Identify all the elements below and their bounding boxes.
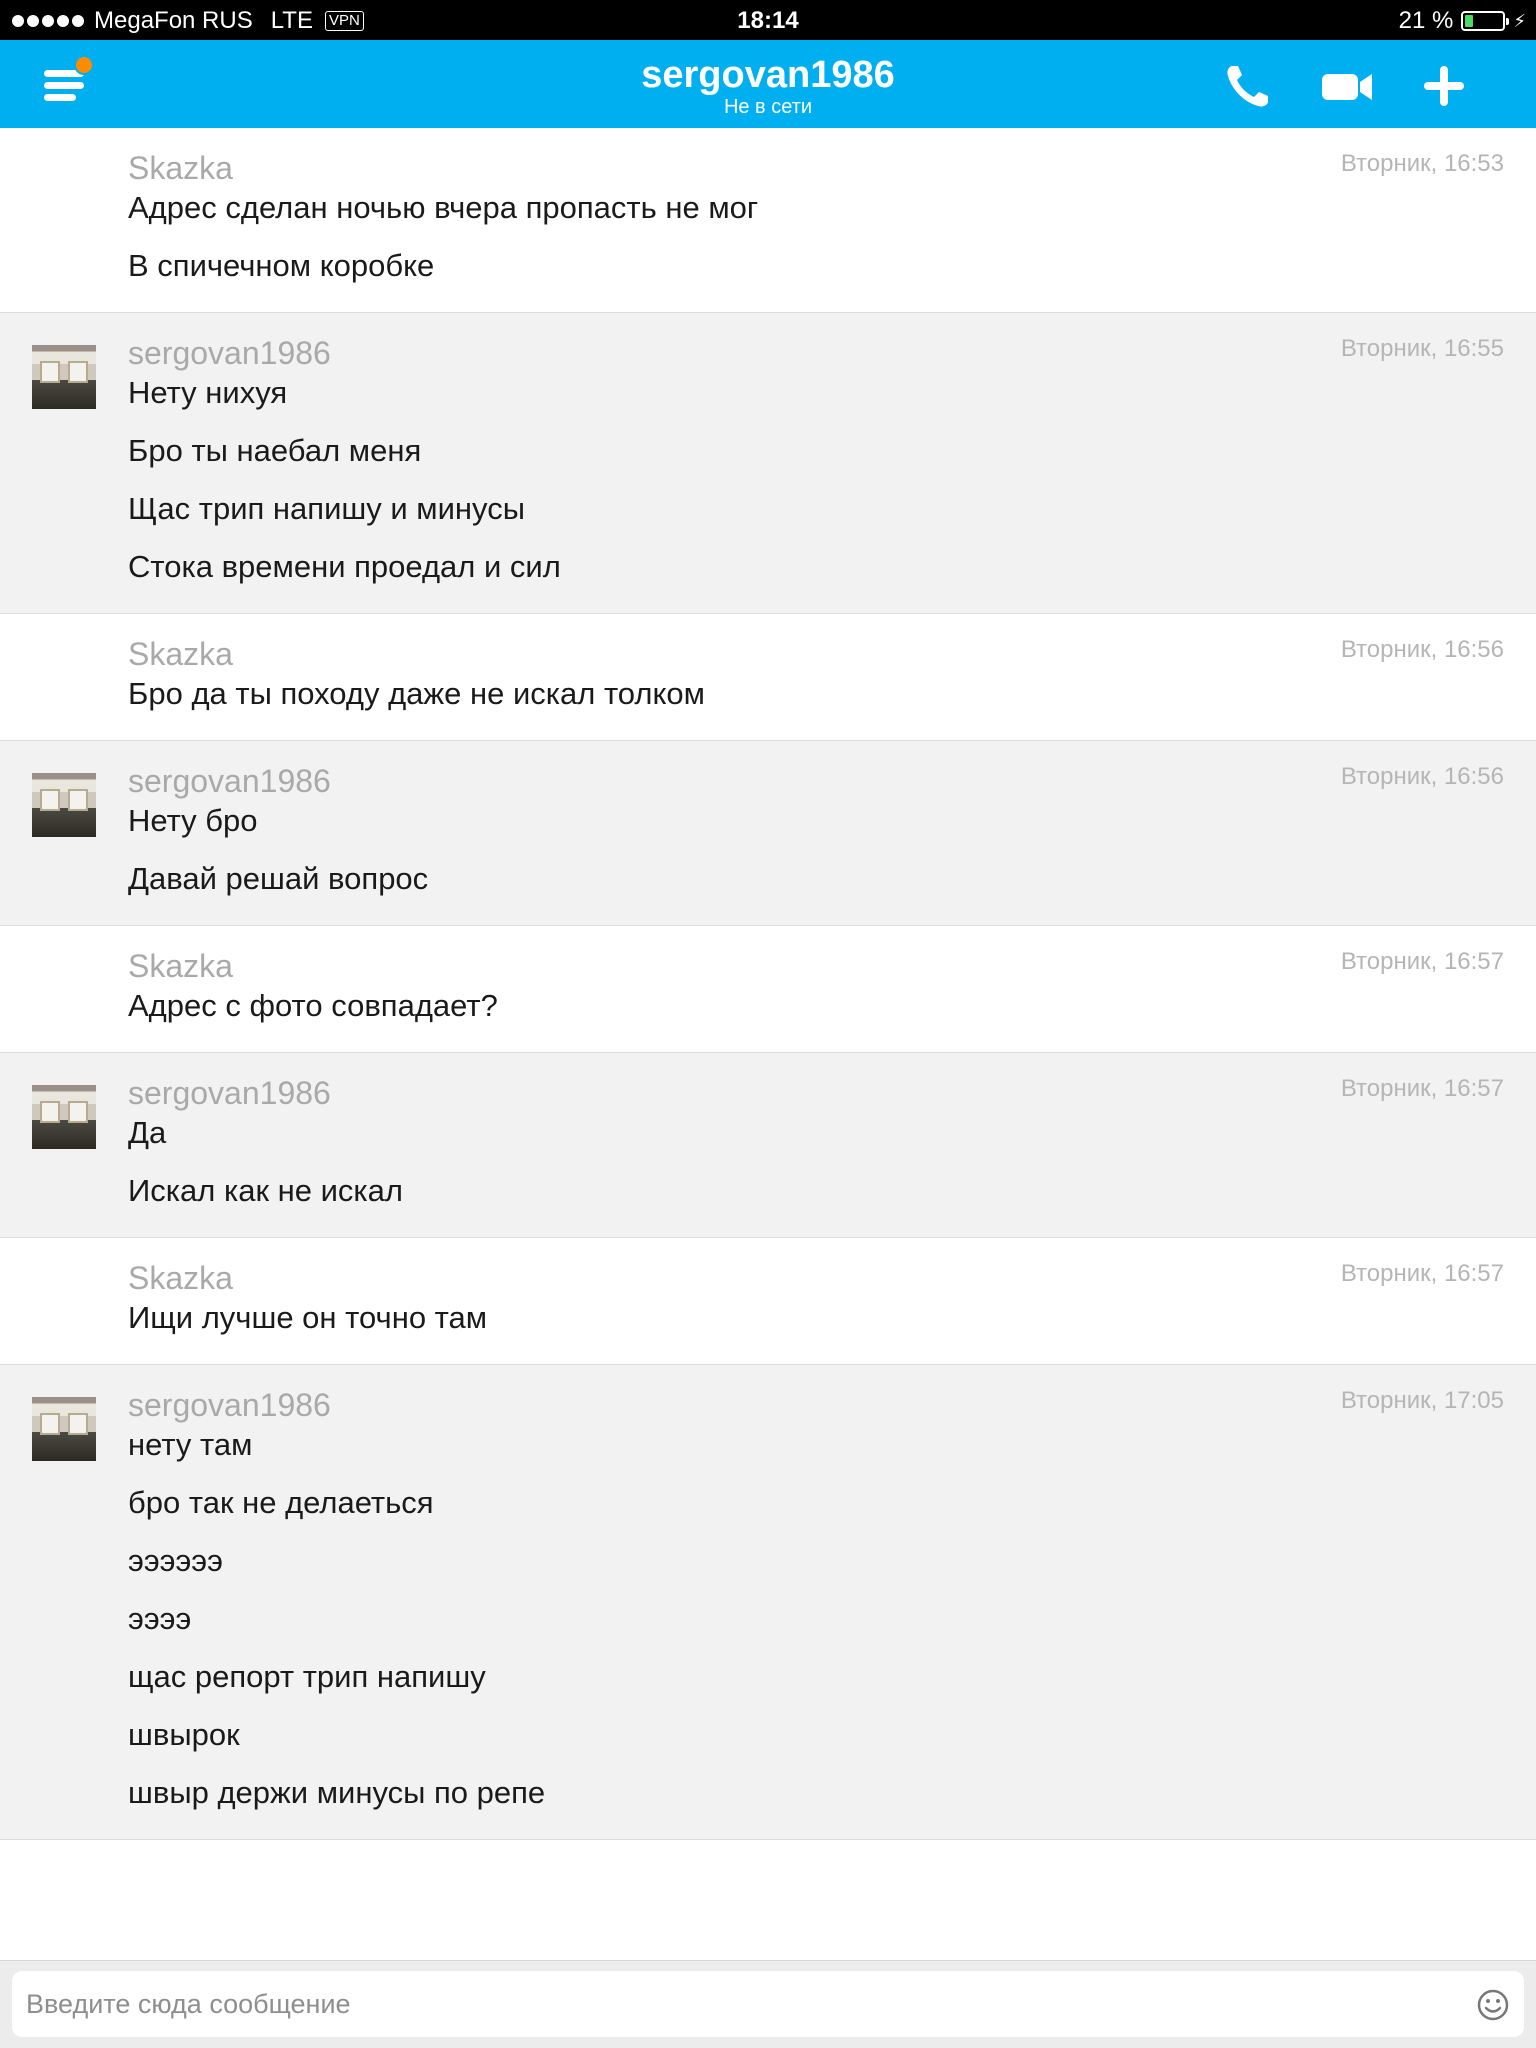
message-sender: sergovan1986 xyxy=(128,1075,331,1111)
message-sender: sergovan1986 xyxy=(128,763,331,799)
status-bar-time: 18:14 xyxy=(737,7,799,34)
message-text[interactable]: Ищи лучше он точно там xyxy=(128,1298,1536,1338)
message-timestamp: Вторник, 17:05 xyxy=(1340,1387,1504,1414)
message-text[interactable]: Искал как не искал xyxy=(128,1171,1536,1211)
message-text[interactable]: Давай решай вопрос xyxy=(128,859,1536,899)
status-bar-right: 21 % ⚡ xyxy=(1399,7,1526,35)
message-list[interactable]: Skazka Вторник, 16:53 Адрес сделан ночью в… xyxy=(0,128,1536,1840)
message-timestamp: Вторник, 16:57 xyxy=(1340,948,1504,975)
battery-icon xyxy=(1461,11,1510,31)
message-timestamp: Вторник, 16:57 xyxy=(1340,1260,1504,1287)
charging-icon: ⚡ xyxy=(1513,10,1526,31)
message-sender: Skazka xyxy=(128,948,233,984)
avatar[interactable] xyxy=(32,1397,96,1461)
message-group[interactable]: Skazka Вторник, 16:57 Ищи лучше он точно т… xyxy=(0,1238,1536,1365)
message-text[interactable]: Щас трип напишу и минусы xyxy=(128,489,1536,547)
message-timestamp: Вторник, 16:56 xyxy=(1340,763,1504,790)
phone-icon xyxy=(1227,66,1268,107)
message-sender: Skazka xyxy=(128,150,233,186)
message-text[interactable]: швырок xyxy=(128,1715,1536,1773)
message-composer xyxy=(0,1960,1536,2048)
message-group[interactable]: sergovan1986 Вторник, 16:56 Нету бро Давай … xyxy=(0,741,1536,926)
message-input[interactable] xyxy=(26,1971,1426,2037)
message-timestamp: Вторник, 16:53 xyxy=(1340,150,1504,177)
battery-percentage: 21 % xyxy=(1398,7,1454,34)
message-group[interactable]: sergovan1986 Вторник, 16:57 Да Искал как не… xyxy=(0,1053,1536,1238)
emoji-icon[interactable] xyxy=(1476,1988,1510,2022)
add-button[interactable] xyxy=(1418,60,1470,112)
message-timestamp: Вторник, 16:56 xyxy=(1340,636,1504,663)
message-group[interactable]: Skazka Вторник, 16:57 Адрес с фото совпада… xyxy=(0,926,1536,1053)
message-group[interactable]: Skazka Вторник, 16:56 Бро да ты походу даж… xyxy=(0,614,1536,741)
message-text[interactable]: В спичечном коробке xyxy=(128,246,1536,286)
message-text[interactable]: Бро да ты походу даже не искал толком xyxy=(128,674,1536,714)
message-group[interactable]: sergovan1986 Вторник, 17:05 нету там бро та… xyxy=(0,1365,1536,1840)
video-call-button[interactable] xyxy=(1320,60,1372,112)
message-text[interactable]: Адрес сделан ночью вчера пропасть не мог xyxy=(128,188,1536,246)
avatar[interactable] xyxy=(32,773,96,837)
message-group[interactable]: sergovan1986 Вторник, 16:55 Нету нихуя Бро … xyxy=(0,313,1536,614)
status-bar: MegaFon RUS LTE VPN 18:14 21 % ⚡ xyxy=(0,0,1536,40)
message-timestamp: Вторник, 16:57 xyxy=(1340,1075,1504,1102)
message-text[interactable]: щас репорт трип напишу xyxy=(128,1657,1536,1715)
message-text[interactable]: швыр держи минусы по репе xyxy=(128,1773,1536,1813)
message-text[interactable]: ээээээ xyxy=(128,1541,1536,1599)
message-sender: Skazka xyxy=(128,1260,233,1296)
message-sender: sergovan1986 xyxy=(128,335,331,371)
avatar[interactable] xyxy=(32,1085,96,1149)
message-text[interactable]: Да xyxy=(128,1113,1536,1171)
message-sender: sergovan1986 xyxy=(128,1387,331,1423)
video-icon xyxy=(1322,74,1372,100)
message-text[interactable]: бро так не делаеться xyxy=(128,1483,1536,1541)
contact-name[interactable]: sergovan1986 xyxy=(0,54,1536,97)
message-input-box[interactable] xyxy=(12,1971,1524,2037)
message-text[interactable]: ээээ xyxy=(128,1599,1536,1657)
message-text[interactable]: Нету бро xyxy=(128,801,1536,859)
message-timestamp: Вторник, 16:55 xyxy=(1340,335,1504,362)
message-group[interactable]: Skazka Вторник, 16:53 Адрес сделан ночью в… xyxy=(0,128,1536,313)
message-text[interactable]: Бро ты наебал меня xyxy=(128,431,1536,489)
message-text[interactable]: Стока времени проедал и сил xyxy=(128,547,1536,587)
avatar[interactable] xyxy=(32,345,96,409)
plus-icon xyxy=(1424,66,1464,106)
message-sender: Skazka xyxy=(128,636,233,672)
message-text[interactable]: Адрес с фото совпадает? xyxy=(128,986,1536,1026)
call-button[interactable] xyxy=(1222,60,1274,112)
message-text[interactable]: Нету нихуя xyxy=(128,373,1536,431)
message-text[interactable]: нету там xyxy=(128,1425,1536,1483)
contact-status: Не в сети xyxy=(723,96,813,118)
conversation-header: sergovan1986 Не в сети xyxy=(0,40,1536,128)
